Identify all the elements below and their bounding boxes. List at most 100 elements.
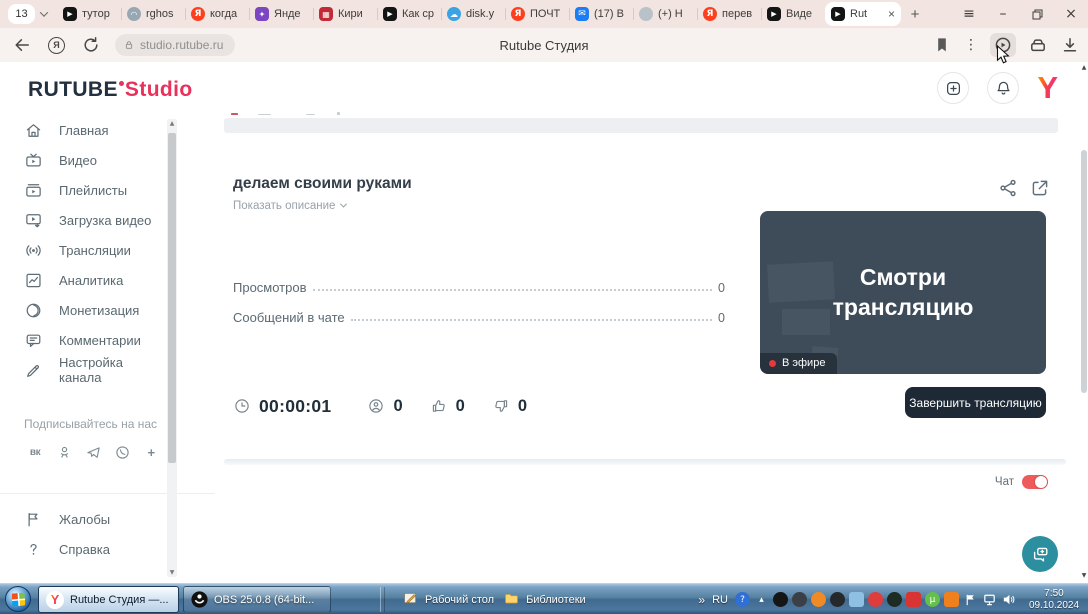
sidebar-item-tv[interactable]: Видео	[24, 145, 164, 175]
utorrent-tray-icon[interactable]: µ	[925, 592, 940, 607]
ok-icon[interactable]	[53, 441, 75, 463]
dislikes-value: 0	[517, 396, 528, 415]
scroll-up-icon[interactable]: ▲	[1080, 64, 1088, 71]
dislikes-counter[interactable]: 0	[492, 397, 527, 416]
expand-tray-icon[interactable]: ▴	[754, 592, 769, 607]
stat-label: Сообщений в чате	[233, 310, 345, 325]
stream-preview[interactable]: Смотри трансляцию В эфире	[760, 211, 1046, 374]
flag-tray-icon[interactable]	[963, 592, 978, 607]
viewer-icon	[367, 397, 385, 415]
toggle-knob	[1035, 476, 1047, 488]
comments-icon	[24, 331, 43, 350]
sidebar-scrollbar[interactable]: ▲ ▼	[167, 119, 177, 577]
notifications-button[interactable]	[987, 72, 1020, 104]
sidebar-item-help[interactable]: Справка	[24, 534, 164, 564]
browser-tab[interactable]: Янде	[249, 2, 313, 26]
tray-overflow-button[interactable]: »	[698, 593, 705, 607]
sidebar-item-coin[interactable]: Монетизация	[24, 295, 164, 325]
tab-counter[interactable]: 13	[8, 4, 49, 24]
fan-tray-icon[interactable]	[811, 592, 826, 607]
tab-count: 13	[8, 4, 35, 24]
sidebar-item-broadcast[interactable]: Трансляции	[24, 235, 164, 265]
back-icon[interactable]	[12, 35, 32, 55]
more-icon[interactable]: +	[140, 441, 162, 463]
taskbar-toolbar-folder[interactable]: Библиотеки	[503, 590, 586, 610]
agent-tray-icon[interactable]	[944, 592, 959, 607]
browser-menu-button[interactable]: ≡	[952, 0, 986, 28]
scrollbar-thumb[interactable]	[1081, 150, 1087, 393]
yandex-home-icon[interactable]: Я	[48, 36, 65, 54]
more-options-icon[interactable]: ⋮	[964, 37, 978, 53]
sidebar-item-upload[interactable]: Загрузка видео	[24, 205, 164, 235]
camera-tray-icon[interactable]	[906, 592, 921, 607]
obs-tray-icon[interactable]	[773, 592, 788, 607]
close-button[interactable]: ×	[1054, 0, 1088, 28]
dot-tray-icon[interactable]	[830, 592, 845, 607]
open-stream-button[interactable]	[1029, 177, 1051, 199]
browser-tab[interactable]: (+) Н	[633, 2, 697, 26]
upload-video-button[interactable]	[937, 72, 970, 104]
chat-toggle[interactable]	[1022, 475, 1048, 489]
browser-tab[interactable]: тутор	[57, 2, 121, 26]
mixer-tray-icon[interactable]	[792, 592, 807, 607]
browser-tab[interactable]: перев	[697, 2, 761, 26]
help-tray-icon[interactable]: ?	[735, 592, 750, 607]
browser-tab[interactable]: Кири	[313, 2, 377, 26]
end-stream-button[interactable]: Завершить трансляцию	[905, 387, 1046, 418]
start-button[interactable]	[5, 586, 31, 612]
dotted-leader	[350, 319, 713, 321]
tab-close-icon[interactable]: ×	[888, 8, 895, 20]
network-tray-icon[interactable]	[982, 592, 997, 607]
sidebar-item-pen[interactable]: Настройка канала	[24, 355, 164, 385]
bookmark-icon[interactable]	[932, 35, 952, 55]
share-button[interactable]	[997, 177, 1019, 199]
avatar[interactable]: Y	[1037, 72, 1058, 104]
new-tab-button[interactable]: +	[901, 2, 929, 26]
scroll-down-icon[interactable]: ▼	[1080, 572, 1088, 579]
download-icon[interactable]	[1060, 35, 1080, 55]
scroll-up-icon[interactable]: ▲	[167, 120, 177, 127]
sidebar-item-label: Монетизация	[59, 302, 140, 318]
browser-tab[interactable]: Rut ×	[825, 2, 901, 26]
rutube-favicon	[767, 7, 781, 21]
browser-tab[interactable]: когда	[185, 2, 249, 26]
browser-tab[interactable]: ПОЧТ	[505, 2, 569, 26]
clock-icon	[233, 397, 251, 415]
restore-button[interactable]	[1020, 0, 1054, 28]
url-chip[interactable]: studio.rutube.ru	[115, 34, 236, 56]
volume-tray-icon[interactable]	[1001, 592, 1016, 607]
alert-tray-icon[interactable]	[868, 592, 883, 607]
refresh-icon[interactable]	[81, 35, 101, 55]
show-description-link[interactable]: Показать описание	[233, 200, 348, 212]
preview-tray-icon[interactable]	[849, 592, 864, 607]
taskbar-clock[interactable]: 7:50 09.10.2024	[1023, 588, 1085, 612]
taskbar-app-button[interactable]: Y Rutube Студия —...	[38, 586, 179, 613]
taskbar-toolbar-desktop[interactable]: Рабочий стол	[402, 590, 494, 610]
nvo-tray-icon[interactable]	[887, 592, 902, 607]
page-scrollbar[interactable]: ▲ ▼	[1080, 62, 1088, 583]
language-indicator[interactable]: RU	[712, 594, 728, 606]
telegram-icon[interactable]	[82, 441, 104, 463]
support-chat-button[interactable]	[1022, 536, 1058, 572]
taskbar-app-button[interactable]: OBS 25.0.8 (64-bit...	[183, 586, 331, 613]
sidebar-item-comments[interactable]: Комментарии	[24, 325, 164, 355]
wallet-icon[interactable]	[1028, 35, 1048, 55]
browser-tab[interactable]: Как ср	[377, 2, 441, 26]
viber-icon[interactable]	[111, 441, 133, 463]
minimize-button[interactable]: –	[986, 0, 1020, 28]
rutube-favicon	[383, 7, 397, 21]
scroll-down-icon[interactable]: ▼	[167, 569, 177, 576]
scrollbar-thumb[interactable]	[168, 133, 176, 463]
likes-counter[interactable]: 0	[430, 397, 465, 416]
browser-tab[interactable]: disk.y	[441, 2, 505, 26]
sidebar-item-home[interactable]: Главная	[24, 115, 164, 145]
rutube-studio-logo[interactable]: RUTUBE Studio	[28, 78, 193, 102]
vk-icon[interactable]: вк	[24, 441, 46, 463]
sidebar-item-flag[interactable]: Жалобы	[24, 504, 164, 534]
sidebar-item-analytics[interactable]: Аналитика	[24, 265, 164, 295]
page-title: Rutube Студия	[499, 37, 589, 53]
sidebar-item-playlist[interactable]: Плейлисты	[24, 175, 164, 205]
browser-tab[interactable]: (17) В	[569, 2, 633, 26]
browser-tab[interactable]: rghos	[121, 2, 185, 26]
browser-tab[interactable]: Виде	[761, 2, 825, 26]
